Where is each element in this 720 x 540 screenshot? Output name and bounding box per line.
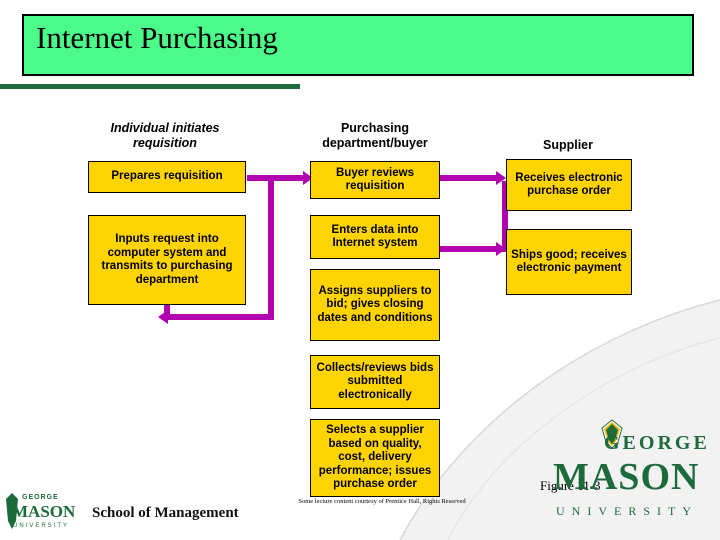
arrowhead-return-left — [158, 310, 168, 324]
slide-canvas: Internet Purchasing Individual initiates… — [0, 0, 720, 540]
connector-buyer-to-supplier — [440, 175, 502, 181]
box-receives-purchase-order: Receives electronic purchase order — [506, 159, 632, 211]
school-of-management-label: School of Management — [92, 505, 239, 521]
arrowhead-purchasing-to-ships — [496, 242, 506, 256]
box-ships-goods: Ships good; receives electronic payment — [506, 229, 632, 295]
gmu-logo-mason: MASON — [553, 456, 700, 498]
footer-logo-mason: MASON — [12, 502, 76, 521]
box-selects-supplier: Selects a supplier based on quality, cos… — [310, 419, 440, 497]
credit-line: Some lecture content courtesy of Prentic… — [298, 498, 466, 505]
page-title: Internet Purchasing — [36, 20, 278, 55]
box-collects-reviews-bids: Collects/reviews bids submitted electron… — [310, 355, 440, 409]
connector-prepares-to-buyer — [247, 175, 309, 181]
box-buyer-reviews: Buyer reviews requisition — [310, 161, 440, 199]
connector-vertical-purchasing — [268, 181, 274, 320]
title-underline-rule — [0, 84, 300, 89]
column-heading-purchasing: Purchasing department/buyer — [322, 121, 428, 150]
box-assigns-suppliers: Assigns suppliers to bid; gives closing … — [310, 269, 440, 341]
gmu-logo-university: UNIVERSITY — [556, 504, 698, 518]
footer-logo-george: GEORGE — [22, 494, 59, 501]
box-enters-data: Enters data into Internet system — [310, 215, 440, 259]
column-heading-individual: Individual initiates requisition — [110, 121, 220, 150]
connector-horizontal-return — [164, 314, 274, 320]
column-heading-supplier: Supplier — [542, 138, 593, 152]
gmu-logo-george: GEORGE — [604, 432, 710, 454]
footer-logo-university: UNIVERSITY — [13, 523, 70, 529]
box-prepares-requisition: Prepares requisition — [88, 161, 246, 193]
box-inputs-request: Inputs request into computer system and … — [88, 215, 246, 305]
